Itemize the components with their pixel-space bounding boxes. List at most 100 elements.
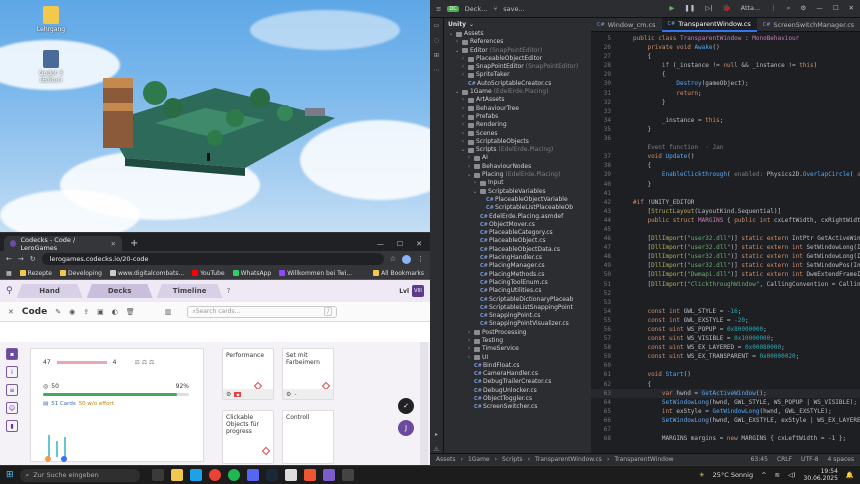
code-line[interactable]: 38 {	[591, 161, 860, 170]
help-icon[interactable]: ?	[227, 287, 231, 295]
tree-item[interactable]: C# BindFloat.cs	[444, 362, 591, 370]
tree-item[interactable]: › Rendering	[444, 121, 591, 129]
breadcrumb-item[interactable]: Assets	[436, 456, 456, 463]
chevron-down-icon[interactable]: ⌄	[454, 47, 460, 55]
project-selector[interactable]: Deck...	[465, 5, 488, 13]
tree-item[interactable]: C# SnappingPointVisualizer.cs	[444, 320, 591, 328]
browser-tab[interactable]: Codecks - Code / LeroGames ✕	[4, 236, 122, 252]
tree-item[interactable]: ⌄ Placing (EdelErde.Placing)	[444, 171, 591, 179]
code-line[interactable]: 5 public class TransparentWindow : MonoBe…	[591, 34, 860, 43]
settings-icon[interactable]: ⚙	[800, 4, 806, 13]
bookmark-twitch[interactable]: Willkommen bei Twi...	[279, 270, 352, 277]
code-line[interactable]: 26 private void Awake()	[591, 43, 860, 52]
tree-item[interactable]: C# EdelErde.Placing.asmdef	[444, 213, 591, 221]
code-line[interactable]: 49 [DllImport("user32.dll")] static exte…	[591, 261, 860, 270]
wifi-icon[interactable]: ≋	[775, 471, 780, 479]
line-separator[interactable]: CRLF	[777, 456, 792, 463]
tree-item[interactable]: › SpriteTaker	[444, 71, 591, 79]
tree-item[interactable]: ⌄ Editor (SnapPointEditor)	[444, 47, 591, 55]
tree-item[interactable]: C# PlacingMethods.cs	[444, 271, 591, 279]
codecks-logo-icon[interactable]: ⚲	[6, 286, 13, 296]
trash-icon[interactable]: 🗑	[126, 308, 135, 316]
minimize-icon[interactable]: —	[377, 240, 384, 248]
close-window-icon[interactable]: ✕	[849, 4, 854, 13]
tree-item[interactable]: C# PlaceableObjectData.cs	[444, 246, 591, 254]
chevron-right-icon[interactable]: ›	[472, 179, 478, 187]
tree-item[interactable]: › ScriptableObjects	[444, 138, 591, 146]
code-line[interactable]: 53	[591, 298, 860, 307]
tree-item[interactable]: ⌄ 1Game (EdelErde.Placing)	[444, 88, 591, 96]
tree-item[interactable]: › BehaviourNodes	[444, 163, 591, 171]
profile-avatar[interactable]	[402, 254, 411, 264]
card-set-mit-farbeimern[interactable]: Set mit Farbeimern ⚙ -	[282, 348, 334, 400]
code-line[interactable]: 67	[591, 425, 860, 434]
tree-item[interactable]: C# DebugTrailerCreator.cs	[444, 378, 591, 386]
weather-icon[interactable]: ☀	[699, 471, 705, 479]
breadcrumb-item[interactable]: TransparentWindow	[614, 456, 673, 463]
code-line[interactable]: 35 }	[591, 125, 860, 134]
code-line[interactable]: 61 void Start()	[591, 370, 860, 379]
chevron-right-icon[interactable]: ›	[466, 154, 472, 162]
tab-hand[interactable]: Hand	[16, 284, 83, 298]
code-line[interactable]: 41	[591, 189, 860, 198]
upload-icon[interactable]: ⇪	[83, 308, 89, 316]
code-line[interactable]: 55 const int GWL_EXSTYLE = -20;	[591, 316, 860, 325]
code-line[interactable]: 66 SetWindowLong(hwnd, GWL_EXSTYLE, exSt…	[591, 416, 860, 425]
bookmark-digitalcombats[interactable]: www.digitalcombats...	[109, 270, 184, 277]
chevron-down-icon[interactable]: ⌄	[472, 188, 478, 196]
desktop-app-shortcut[interactable]: Godot 3 (Editor)	[31, 50, 71, 84]
card-performance[interactable]: Performance ⚙ ◆	[222, 348, 274, 400]
search-icon[interactable]: ⌕	[787, 4, 791, 13]
clock[interactable]: 19:54 30.06.2025	[804, 468, 838, 482]
chevron-right-icon[interactable]: ›	[460, 55, 466, 63]
code-line[interactable]: 54 const int GWL_STYLE = -16;	[591, 307, 860, 316]
maximize-icon[interactable]: ☐	[397, 240, 403, 248]
code-line[interactable]: 29 {	[591, 70, 860, 79]
code-line[interactable]: 44 public struct MARGINS { public int cx…	[591, 216, 860, 225]
tree-item[interactable]: C# SnappingPoint.cs	[444, 312, 591, 320]
edge-icon[interactable]	[189, 469, 202, 481]
maximize-icon[interactable]: ☐	[833, 4, 839, 13]
tree-item[interactable]: C# ScriptableListPlaceableOb	[444, 204, 591, 212]
code-area[interactable]: 5 public class TransparentWindow : MonoBe…	[591, 34, 860, 453]
chevron-right-icon[interactable]: ›	[460, 113, 466, 121]
tree-item[interactable]: C# AutoScriptableCreator.cs	[444, 80, 591, 88]
tree-item[interactable]: › AI	[444, 154, 591, 162]
tree-item[interactable]: ⌄ Assets	[444, 30, 591, 38]
tree-item[interactable]: C# ScriptableListSnappingPoint	[444, 304, 591, 312]
step-icon[interactable]: ▷|	[705, 4, 712, 13]
commit-icon[interactable]: ◌	[434, 37, 439, 44]
code-line[interactable]: 52	[591, 289, 860, 298]
chevron-down-icon[interactable]: ⌄	[448, 30, 454, 38]
tree-item[interactable]: C# PlacingToolEnum.cs	[444, 279, 591, 287]
more-icon[interactable]: ⋮	[770, 4, 777, 13]
breadcrumb-item[interactable]: Scripts	[502, 456, 523, 463]
forward-icon[interactable]: →	[18, 255, 24, 263]
sidebar-list-icon[interactable]: ≡	[6, 384, 18, 396]
spotify-icon[interactable]	[227, 469, 240, 481]
tree-item[interactable]: › BehaviourTree	[444, 105, 591, 113]
cursor-position[interactable]: 63:45	[751, 456, 768, 463]
contrast-icon[interactable]: ◐	[112, 308, 118, 316]
indent-setting[interactable]: 4 spaces	[828, 456, 854, 463]
tree-item[interactable]: › Input	[444, 179, 591, 187]
code-line[interactable]: 32 }	[591, 98, 860, 107]
check-fab-button[interactable]: ✓	[398, 398, 414, 414]
close-tab-icon[interactable]: ✕	[111, 240, 116, 248]
rider-icon[interactable]	[303, 469, 316, 481]
code-line[interactable]: 65 int exStyle = GetWindowLong(hwnd, GWL…	[591, 407, 860, 416]
breadcrumb-item[interactable]: TransparentWindow.cs	[535, 456, 602, 463]
sidebar-info-icon[interactable]: i	[6, 366, 18, 378]
tree-item[interactable]: C# PlaceableCategory.cs	[444, 229, 591, 237]
discord-icon[interactable]	[246, 469, 259, 481]
sidebar-card-icon[interactable]: ▪	[6, 348, 18, 360]
tree-item[interactable]: › ArtAssets	[444, 96, 591, 104]
code-line[interactable]: 27 {	[591, 52, 860, 61]
code-line[interactable]: 28 if (_instance != null && _instance !=…	[591, 61, 860, 70]
card-controll[interactable]: Controll	[282, 410, 334, 464]
chevron-right-icon[interactable]: ›	[460, 121, 466, 129]
code-line[interactable]: 36	[591, 134, 860, 143]
scrollbar[interactable]	[420, 342, 428, 466]
file-explorer-icon[interactable]	[170, 469, 183, 481]
tree-item[interactable]: › PostProcessing	[444, 329, 591, 337]
